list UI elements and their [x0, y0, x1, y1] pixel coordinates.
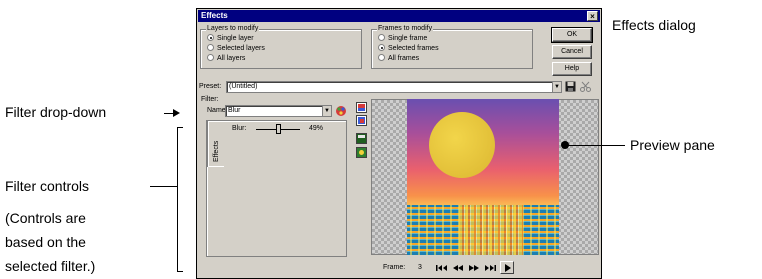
radio-indicator[interactable]	[378, 54, 385, 61]
preset-label: Preset:	[199, 83, 222, 90]
radio-selected-frames[interactable]: Selected frames	[378, 44, 439, 53]
chevron-down-icon[interactable]: ▼	[552, 82, 561, 92]
radio-indicator[interactable]	[207, 34, 214, 41]
callout-dot	[561, 141, 569, 149]
callout-line	[150, 186, 177, 187]
callout-bracket	[177, 127, 178, 272]
first-frame-icon[interactable]	[436, 264, 448, 272]
tab-effects-label: Effects	[213, 140, 220, 162]
radio-all-frames[interactable]: All frames	[378, 54, 419, 63]
radio-label: Single layer	[217, 35, 254, 42]
auto-proof-icon[interactable]	[356, 133, 367, 144]
radio-selected-layers[interactable]: Selected layers	[207, 44, 265, 53]
radio-all-layers[interactable]: All layers	[207, 54, 245, 63]
preset-value: (Untitled)	[229, 83, 258, 90]
callout-preview-pane: Preview pane	[630, 137, 715, 153]
callout-note-line-1: (Controls are	[5, 210, 86, 226]
cancel-button[interactable]: Cancel	[552, 45, 592, 59]
radio-label: Selected layers	[217, 45, 265, 52]
proof-icon[interactable]	[356, 147, 367, 158]
radio-indicator[interactable]	[378, 34, 385, 41]
callout-effects-dialog: Effects dialog	[612, 17, 696, 33]
callout-line	[567, 145, 625, 146]
layers-to-modify-group: Layers to modify Single layer Selected l…	[200, 25, 362, 69]
magnify-view-icon[interactable]	[356, 102, 367, 113]
callout-note-line-2: based on the	[5, 234, 86, 250]
radio-label: All layers	[217, 55, 246, 62]
preview-image	[407, 99, 559, 255]
play-button[interactable]	[500, 261, 514, 274]
radio-label: All frames	[388, 55, 420, 62]
close-icon[interactable]: ×	[587, 11, 598, 21]
filter-palette-icon[interactable]	[335, 105, 347, 117]
radio-indicator[interactable]	[378, 44, 385, 51]
layers-group-label: Layers to modify	[206, 25, 260, 33]
callout-bracket-bottom	[177, 271, 183, 272]
frames-to-modify-group: Frames to modify Single frame Selected f…	[371, 25, 533, 69]
sun-shape	[429, 112, 495, 178]
next-frame-icon[interactable]	[468, 264, 480, 272]
help-button[interactable]: Help	[552, 62, 592, 76]
chevron-down-icon[interactable]: ▼	[322, 106, 331, 116]
original-view-icon[interactable]	[356, 115, 367, 126]
callout-note-line-3: selected filter.)	[5, 258, 96, 274]
prev-frame-icon[interactable]	[452, 264, 464, 272]
play-icon[interactable]	[505, 264, 511, 272]
dialog-title: Effects	[201, 11, 228, 20]
filter-controls-panel	[206, 120, 347, 257]
filter-name-value: Blur	[228, 107, 241, 114]
frames-group-label: Frames to modify	[377, 25, 434, 33]
callout-arrowhead	[173, 109, 180, 117]
callout-filter-dropdown: Filter drop-down	[5, 104, 107, 120]
radio-label: Selected frames	[388, 45, 439, 52]
radio-label: Single frame	[388, 35, 428, 42]
tab-effects[interactable]: Effects	[208, 121, 224, 167]
radio-indicator[interactable]	[207, 54, 214, 61]
radio-indicator[interactable]	[207, 44, 214, 51]
radio-single-layer[interactable]: Single layer	[207, 34, 254, 43]
radio-single-frame[interactable]: Single frame	[378, 34, 427, 43]
last-frame-icon[interactable]	[484, 264, 496, 272]
blur-value: 49%	[309, 125, 324, 132]
frame-number: 3	[418, 264, 422, 271]
preset-dropdown[interactable]: (Untitled) ▼	[226, 81, 562, 93]
filter-name-dropdown[interactable]: Blur ▼	[225, 105, 332, 117]
blur-slider-thumb[interactable]	[276, 124, 281, 134]
blur-label: Blur:	[232, 125, 247, 132]
callout-filter-controls: Filter controls	[5, 178, 90, 194]
filter-group-label: Filter:	[201, 96, 219, 103]
floppy-icon[interactable]	[565, 81, 576, 92]
title-bar: Effects ×	[198, 10, 600, 22]
ok-button[interactable]: OK	[551, 27, 593, 43]
water-shape	[407, 205, 559, 255]
scissors-icon[interactable]	[580, 81, 591, 92]
frame-label: Frame:	[383, 264, 406, 271]
callout-bracket-top	[177, 127, 183, 128]
